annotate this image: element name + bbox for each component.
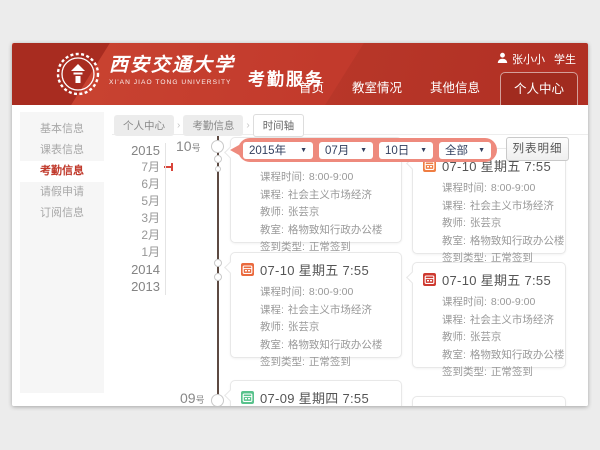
sidebar-item-leave-request[interactable]: 请假申请: [20, 182, 104, 203]
nav-item-other-info[interactable]: 其他信息: [416, 77, 494, 105]
user-name: 张小小: [512, 51, 545, 67]
timeline-node: [211, 140, 224, 153]
chevron-down-icon: ▼: [300, 147, 307, 154]
nav-item-home[interactable]: 首页: [285, 77, 338, 105]
university-name-en: XI'AN JIAO TONG UNIVERSITY: [109, 79, 235, 86]
card-title: 07-10 星期五 7:55: [260, 260, 369, 279]
timeline-year-2014[interactable]: 2014: [114, 261, 160, 278]
chevron-down-icon: ▼: [360, 147, 367, 154]
sidebar: 基本信息 课表信息 考勤信息 请假申请 订阅信息: [20, 112, 104, 393]
chevron-right-icon: ›: [246, 120, 249, 131]
timeline-month-2[interactable]: 2月: [114, 227, 160, 244]
nav-tab-personal-center[interactable]: 个人中心: [500, 72, 578, 105]
filter-bar-pointer: [230, 145, 239, 155]
main-nav: 首页 教室情况 其他信息 个人中心: [285, 72, 578, 105]
timeline-node: [214, 273, 222, 281]
card-title: 07-10 星期五 7:55: [442, 270, 551, 289]
user-menu[interactable]: 张小小 学生: [497, 51, 576, 67]
university-name-zh: 西安交通大学: [109, 52, 235, 78]
sidebar-item-basic-info[interactable]: 基本信息: [20, 119, 104, 140]
timeline-node: [215, 166, 221, 172]
timeline-month-6[interactable]: 6月: [114, 176, 160, 193]
attendance-card: 07-10 星期五 7:55 课程时间:8:00-9:00 课程:社会主义市场经…: [412, 262, 566, 368]
list-detail-button[interactable]: 列表明细: [506, 137, 569, 161]
sidebar-item-subscription-info[interactable]: 订阅信息: [20, 203, 104, 224]
calendar-orange-icon: [241, 263, 254, 276]
attendance-card: 07-10 星期五 7:55 课程时间:8:00-9:00 课程:社会主义市场经…: [230, 252, 402, 358]
month-select[interactable]: 07月▼: [319, 142, 373, 159]
sidebar-item-attendance-info[interactable]: 考勤信息: [20, 161, 104, 182]
breadcrumb: 个人中心 › 考勤信息 › 时间轴: [114, 114, 304, 137]
timeline-year-2013[interactable]: 2013: [114, 278, 160, 295]
university-logo-icon: [56, 52, 100, 101]
timeline-month-5[interactable]: 5月: [114, 193, 160, 210]
date-filter-bar: 2015年▼ 07月▼ 10日▼ 全部▼: [238, 138, 497, 162]
type-select[interactable]: 全部▼: [439, 142, 491, 159]
timeline-node: [214, 155, 222, 163]
card-pointer: [224, 389, 237, 402]
calendar-green-icon: [241, 391, 254, 404]
page-background: 西安交通大学 XI'AN JIAO TONG UNIVERSITY 考勤服务 张…: [0, 0, 600, 450]
nav-item-classrooms[interactable]: 教室情况: [338, 77, 416, 105]
user-icon: [497, 52, 508, 67]
attendance-card: 07-10 星期五 7:55 课程时间:8:00-9:00 课程:社会主义市场经…: [412, 148, 566, 254]
sidebar-item-schedule-info[interactable]: 课表信息: [20, 140, 104, 161]
brand: 西安交通大学 XI'AN JIAO TONG UNIVERSITY 考勤服务: [56, 52, 324, 101]
user-role: 学生: [554, 51, 576, 67]
day-marker-10: 10号: [176, 138, 201, 156]
attendance-card: [412, 396, 566, 406]
university-name-block: 西安交通大学 XI'AN JIAO TONG UNIVERSITY: [109, 52, 235, 86]
chevron-right-icon: ›: [177, 120, 180, 131]
day-marker-09: 09号: [180, 390, 205, 406]
timeline-node: [214, 259, 222, 267]
year-select[interactable]: 2015年▼: [243, 142, 313, 159]
timeline-month-3[interactable]: 3月: [114, 210, 160, 227]
timeline-month-7[interactable]: 7月: [114, 159, 160, 176]
attendance-card: 07-09 星期四 7:55: [230, 380, 402, 406]
timeline-year-nav: 2015 7月 6月 5月 3月 2月 1月 2014 2013: [114, 142, 160, 295]
timeline-year-2015[interactable]: 2015: [114, 142, 160, 159]
chevron-down-icon: ▼: [478, 147, 485, 154]
chevron-down-icon: ▼: [420, 147, 427, 154]
year-nav-divider: [165, 143, 166, 295]
card-pointer: [406, 271, 419, 284]
content-area: 基本信息 课表信息 考勤信息 请假申请 订阅信息 个人中心 › 考勤信息 › 时…: [12, 105, 588, 406]
card-pointer: [224, 261, 237, 274]
breadcrumb-timeline[interactable]: 时间轴: [253, 114, 305, 137]
app-window: 西安交通大学 XI'AN JIAO TONG UNIVERSITY 考勤服务 张…: [12, 43, 588, 406]
breadcrumb-attendance-info[interactable]: 考勤信息: [183, 115, 243, 136]
timeline-node: [211, 394, 224, 406]
breadcrumb-personal-center[interactable]: 个人中心: [114, 115, 174, 136]
day-select[interactable]: 10日▼: [379, 142, 433, 159]
timeline-month-1[interactable]: 1月: [114, 244, 160, 261]
card-title: 07-09 星期四 7:55: [260, 388, 369, 407]
app-header: 西安交通大学 XI'AN JIAO TONG UNIVERSITY 考勤服务 张…: [12, 43, 588, 105]
calendar-red-icon: [423, 273, 436, 286]
